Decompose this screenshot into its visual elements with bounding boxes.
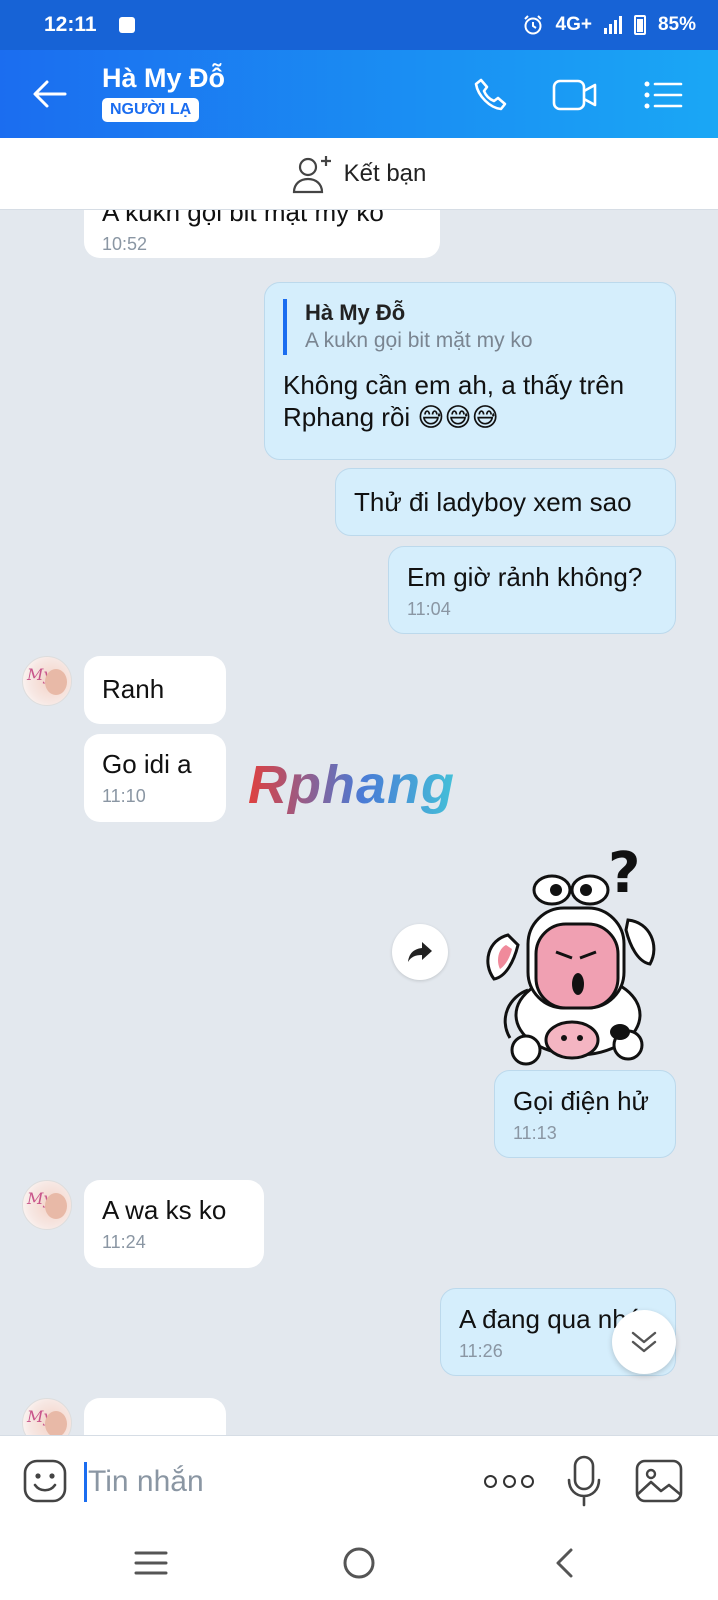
message-input[interactable]: [88, 1458, 458, 1506]
quoted-message[interactable]: Hà My Đỗ A kukn gọi bit mặt my ko: [283, 299, 657, 355]
contact-info[interactable]: Hà My Đỗ NGƯỜI LẠ: [102, 62, 225, 122]
forward-share-icon[interactable]: [392, 924, 448, 980]
message-bubble[interactable]: Em giờ rảnh không? 11:04: [388, 546, 676, 634]
confused-cow-sticker[interactable]: ?: [478, 840, 668, 1070]
image-gallery-icon[interactable]: [634, 1458, 684, 1504]
contact-avatar[interactable]: My: [22, 1180, 72, 1230]
contact-name: Hà My Đỗ: [102, 63, 226, 93]
contact-avatar[interactable]: My: [22, 1398, 72, 1435]
stranger-badge: NGƯỜI LẠ: [102, 98, 200, 122]
message-bubble[interactable]: A wa ks ko 11:24: [84, 1180, 264, 1268]
message-text: A kukn gọi bit mặt my ko: [102, 210, 384, 227]
quoted-sender: Hà My Đỗ: [305, 300, 406, 325]
message-text-line: Không cần em ah, a thấy trên: [283, 370, 625, 400]
message-time: 11:04: [407, 599, 451, 619]
text-cursor: [84, 1462, 87, 1502]
emoji-icon[interactable]: [22, 1458, 68, 1504]
contact-avatar[interactable]: My: [22, 656, 72, 706]
chat-header: Hà My Đỗ NGƯỜI LẠ: [0, 50, 718, 138]
message-list[interactable]: A kukn gọi bit mặt my ko 10:52 Hà My Đỗ …: [0, 210, 718, 1435]
message-bubble[interactable]: Gọi điện hử 11:13: [494, 1070, 676, 1158]
battery-icon: [633, 15, 646, 35]
microphone-icon[interactable]: [566, 1454, 602, 1508]
message-time: 10:52: [102, 234, 148, 254]
back-nav-icon[interactable]: [540, 1541, 590, 1585]
video-camera-icon[interactable]: [552, 72, 598, 118]
svg-text:?: ?: [608, 841, 640, 906]
message-bubble[interactable]: Ranh: [84, 656, 226, 724]
add-user-icon: [292, 155, 331, 193]
message-time: 11:13: [513, 1123, 557, 1143]
arrow-left-icon[interactable]: [28, 72, 72, 116]
reply-message-bubble[interactable]: Hà My Đỗ A kukn gọi bit mặt my ko Không …: [264, 282, 676, 460]
message-time: 11:24: [102, 1232, 146, 1252]
network-type: 4G+: [555, 14, 592, 35]
add-friend-label: Kết bạn: [343, 159, 427, 187]
recent-apps-icon[interactable]: [126, 1541, 176, 1585]
message-bubble[interactable]: A kukn gọi bit mặt my ko 10:52: [84, 210, 440, 258]
system-nav-bar: [0, 1527, 718, 1600]
message-bubble[interactable]: [84, 1398, 226, 1435]
alarm-icon: [523, 15, 542, 35]
battery-level: 85%: [657, 14, 696, 35]
message-text: Gọi điện hử: [513, 1086, 649, 1116]
quoted-text: A kukn gọi bit mặt my ko: [305, 329, 533, 352]
status-bar: 12:11 4G+ 85%: [0, 0, 718, 50]
double-chevron-down-icon[interactable]: [612, 1310, 676, 1374]
message-text: Thử đi ladyboy xem sao: [354, 487, 632, 517]
list-menu-icon[interactable]: [640, 72, 686, 118]
message-text-line: Rphang rồi 😅😅😅: [283, 402, 499, 432]
status-right: 4G+ 85%: [522, 14, 696, 36]
signal-icon: [603, 16, 622, 34]
add-friend-button[interactable]: Kết bạn: [0, 138, 718, 210]
more-dots-icon[interactable]: [484, 1466, 534, 1496]
message-text: Go idi a: [102, 749, 192, 779]
message-text: Ranh: [102, 674, 165, 704]
phone-icon[interactable]: [468, 72, 514, 118]
notification-icon: [118, 17, 135, 33]
message-input-bar: [0, 1435, 718, 1527]
status-time: 12:11: [44, 13, 97, 36]
watermark-logo: Rphang: [248, 755, 455, 815]
home-icon[interactable]: [334, 1541, 384, 1585]
message-time: 11:10: [102, 786, 146, 806]
message-text: A wa ks ko: [102, 1195, 227, 1225]
message-text: Em giờ rảnh không?: [407, 562, 643, 592]
message-bubble[interactable]: Go idi a 11:10: [84, 734, 226, 822]
message-bubble[interactable]: Thử đi ladyboy xem sao: [335, 468, 676, 536]
